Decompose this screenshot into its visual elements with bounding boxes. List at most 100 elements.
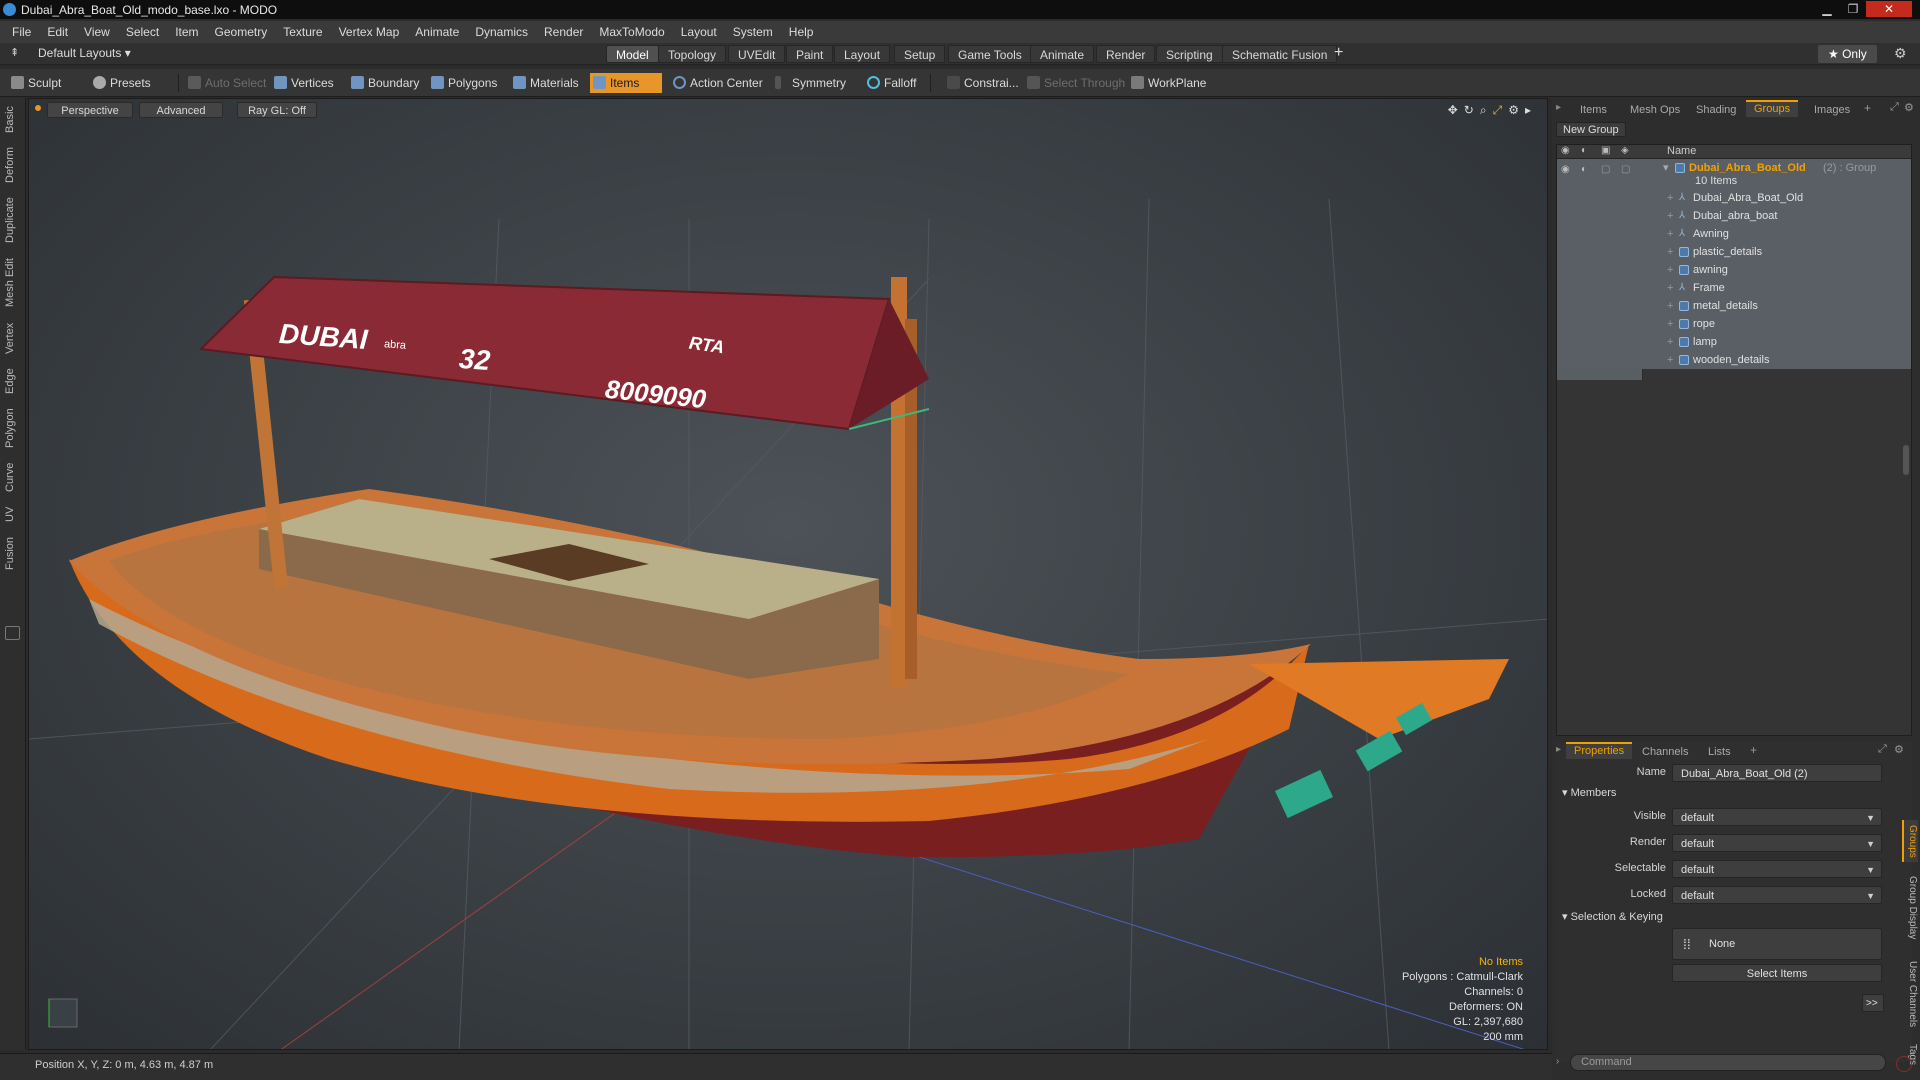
menu-help[interactable]: Help: [781, 25, 822, 39]
menu-select[interactable]: Select: [118, 25, 167, 39]
list-item[interactable]: + plastic_details: [1557, 243, 1911, 261]
add-tab-button[interactable]: +: [1334, 44, 1343, 62]
list-item[interactable]: + rope: [1557, 315, 1911, 333]
tab-lists[interactable]: Lists: [1700, 744, 1739, 761]
tab-paint[interactable]: Paint: [786, 45, 834, 63]
materials-button[interactable]: Materials: [510, 73, 583, 93]
list-item[interactable]: + ⅄ Dubai_Abra_Boat_Old: [1557, 189, 1911, 207]
layout-pin-icon[interactable]: ⇞: [10, 46, 19, 59]
menu-animate[interactable]: Animate: [407, 25, 467, 39]
command-input[interactable]: Command: [1570, 1054, 1886, 1071]
tab-render[interactable]: Render: [1096, 45, 1156, 63]
menu-texture[interactable]: Texture: [275, 25, 330, 39]
boundary-button[interactable]: Boundary: [348, 73, 423, 93]
selectable-dropdown[interactable]: default ▼: [1672, 860, 1882, 878]
falloff-button[interactable]: Falloff: [864, 73, 920, 93]
none-button[interactable]: ⁞⁞ None: [1672, 928, 1882, 960]
tab-game-tools[interactable]: Game Tools: [948, 45, 1032, 63]
sculpt-button[interactable]: Sculpt: [8, 73, 65, 93]
select-icon[interactable]: ▢: [1621, 161, 1630, 179]
selection-keying-section[interactable]: ▾ Selection & Keying: [1562, 910, 1663, 923]
add-props-tab-icon[interactable]: +: [1750, 743, 1757, 757]
menu-vertex-map[interactable]: Vertex Map: [331, 25, 408, 39]
menu-view[interactable]: View: [76, 25, 118, 39]
constrain-button[interactable]: Constrai...: [944, 73, 1023, 93]
default-layouts-dropdown[interactable]: Default Layouts ▾: [38, 46, 131, 60]
tab-setup[interactable]: Setup: [894, 45, 946, 63]
tab-schematic-fusion[interactable]: Schematic Fusion: [1222, 45, 1338, 63]
menu-file[interactable]: File: [0, 25, 39, 39]
tab-topology[interactable]: Topology: [658, 45, 727, 63]
menu-render[interactable]: Render: [536, 25, 591, 39]
gear-icon[interactable]: ⚙: [1894, 45, 1907, 62]
render-column-icon[interactable]: ◐: [1581, 145, 1587, 156]
tab-vertex[interactable]: Vertex: [4, 318, 22, 358]
side-tab-user-channels[interactable]: User Channels: [1902, 954, 1918, 1034]
menu-system[interactable]: System: [725, 25, 781, 39]
tab-scripting[interactable]: Scripting: [1156, 45, 1223, 63]
menu-maxtomodo[interactable]: MaxToModo: [591, 25, 672, 39]
members-section[interactable]: ▾ Members: [1562, 786, 1616, 799]
menu-edit[interactable]: Edit: [39, 25, 76, 39]
expand-props-icon[interactable]: ⤢: [1878, 743, 1887, 756]
name-column-header[interactable]: Name: [1667, 145, 1696, 157]
3d-viewport[interactable]: Perspective Advanced Ray GL: Off ✥ ↻ ⌕ ⤢…: [28, 98, 1548, 1050]
tab-basic[interactable]: Basic: [4, 102, 22, 138]
panel-menu-icon[interactable]: ▸: [1556, 102, 1561, 113]
tab-layout[interactable]: Layout: [834, 45, 891, 63]
tab-mesh-ops[interactable]: Mesh Ops: [1622, 102, 1688, 119]
tab-uvedit[interactable]: UVEdit: [728, 45, 786, 63]
group-row[interactable]: ◉ ◐ ▢ ▢ ▾ Dubai_Abra_Boat_Old (2) : Grou…: [1557, 159, 1911, 189]
more-button[interactable]: >>: [1862, 994, 1884, 1012]
eye-column-icon[interactable]: ◉: [1561, 145, 1570, 156]
polygons-button[interactable]: Polygons: [428, 73, 501, 93]
tab-curve[interactable]: Curve: [4, 458, 22, 496]
tab-model[interactable]: Model: [606, 45, 659, 63]
tab-animate[interactable]: Animate: [1030, 45, 1095, 63]
workplane-button[interactable]: WorkPlane: [1128, 73, 1210, 93]
list-item[interactable]: + ⅄ Frame: [1557, 279, 1911, 297]
close-button[interactable]: ✕: [1866, 1, 1912, 17]
tab-uv[interactable]: UV: [4, 502, 22, 526]
visible-dropdown[interactable]: default ▼: [1672, 808, 1882, 826]
list-item[interactable]: + ⅄ Awning: [1557, 225, 1911, 243]
list-item[interactable]: + metal_details: [1557, 297, 1911, 315]
tab-edge[interactable]: Edge: [4, 364, 22, 398]
list-item[interactable]: + lamp: [1557, 333, 1911, 351]
panel-settings-icon[interactable]: ⚙: [1904, 101, 1914, 114]
menu-geometry[interactable]: Geometry: [207, 25, 276, 39]
vertices-button[interactable]: Vertices: [271, 73, 338, 93]
select-column-icon[interactable]: ◈: [1621, 145, 1629, 156]
eye-icon[interactable]: ◉: [1561, 161, 1570, 179]
lock-icon[interactable]: ▢: [1601, 161, 1610, 179]
group-expand-icon[interactable]: ▾: [1663, 159, 1669, 177]
panel-toggle-button[interactable]: [5, 626, 20, 640]
lock-column-icon[interactable]: ▣: [1601, 145, 1610, 156]
add-tab-icon[interactable]: +: [1864, 101, 1871, 115]
minimize-button[interactable]: ▁: [1814, 1, 1840, 17]
symmetry-button[interactable]: Symmetry: [772, 73, 850, 93]
items-button[interactable]: Items: [590, 73, 662, 93]
props-settings-icon[interactable]: ⚙: [1894, 743, 1904, 756]
render-icon[interactable]: ◐: [1581, 161, 1587, 179]
auto-select-button[interactable]: Auto Select: [185, 73, 270, 93]
locked-dropdown[interactable]: default ▼: [1672, 886, 1882, 904]
tab-fusion[interactable]: Fusion: [4, 532, 22, 574]
side-tab-groups[interactable]: Groups: [1902, 820, 1918, 862]
menu-layout[interactable]: Layout: [673, 25, 725, 39]
tab-deform[interactable]: Deform: [4, 144, 22, 186]
tab-groups[interactable]: Groups: [1746, 100, 1799, 117]
expand-panel-icon[interactable]: ⤢: [1890, 101, 1899, 114]
presets-button[interactable]: Presets: [90, 73, 155, 93]
tab-items[interactable]: Items: [1572, 102, 1615, 119]
tab-shading[interactable]: Shading: [1688, 102, 1744, 119]
only-toggle[interactable]: ★ Only: [1818, 45, 1877, 63]
tab-channels[interactable]: Channels: [1634, 744, 1696, 761]
select-items-button[interactable]: Select Items: [1672, 964, 1882, 982]
action-center-button[interactable]: Action Center: [670, 73, 767, 93]
tab-duplicate[interactable]: Duplicate: [4, 192, 22, 248]
group-name-field[interactable]: Dubai_Abra_Boat_Old (2): [1672, 764, 1882, 782]
tab-properties[interactable]: Properties: [1566, 742, 1633, 759]
select-through-button[interactable]: Select Through: [1024, 73, 1129, 93]
list-item[interactable]: + awning: [1557, 261, 1911, 279]
